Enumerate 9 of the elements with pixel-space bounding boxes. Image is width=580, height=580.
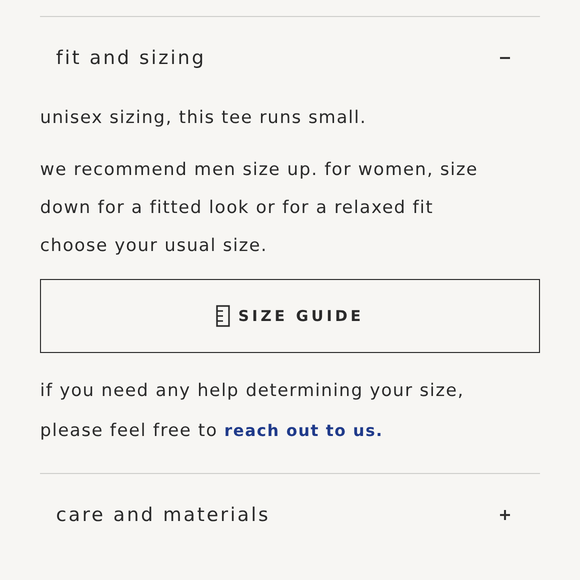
accordion-header[interactable]: care and materials xyxy=(40,474,540,556)
description-text: unisex sizing, this tee runs small. xyxy=(40,107,368,130)
ruler-icon xyxy=(216,305,230,327)
plus-icon[interactable] xyxy=(500,510,510,520)
help-text: if you need any help determining your size, please feel free to reach out to us. xyxy=(40,380,466,443)
accordion-header[interactable]: fit and sizing xyxy=(40,17,540,99)
contact-link[interactable]: reach out to us. xyxy=(224,421,384,440)
size-guide-button[interactable]: SIZE GUIDE xyxy=(40,279,540,353)
description-text: we recommend men size up. for women, size down for a fitted look or for a relaxed fit choose your usual size. xyxy=(40,159,480,258)
